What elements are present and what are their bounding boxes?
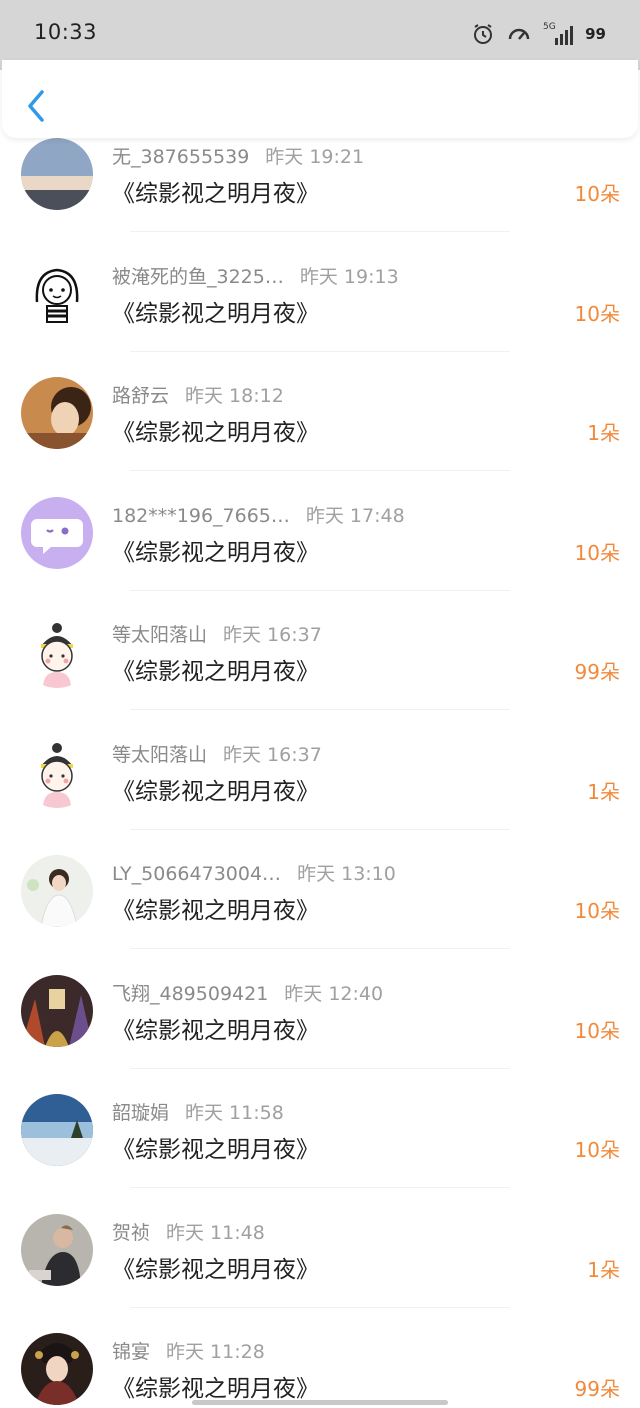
divider bbox=[130, 470, 510, 471]
gift-meta: 锦宴 昨天 11:28 bbox=[112, 1337, 265, 1364]
gift-meta: 飞翔_489509421 昨天 12:40 bbox=[112, 979, 383, 1006]
status-time: 10:33 bbox=[34, 20, 98, 44]
user-name[interactable]: 韶璇娟 bbox=[112, 1102, 169, 1124]
divider bbox=[130, 589, 510, 591]
gift-time: 昨天 16:37 bbox=[223, 624, 322, 646]
list-item[interactable]: LY_5066473004… 昨天 13:10 《综影视之明月夜》 10朵 bbox=[0, 847, 640, 967]
user-name[interactable]: 飞翔_489509421 bbox=[112, 983, 268, 1005]
gift-time: 昨天 17:48 bbox=[305, 504, 405, 527]
divider bbox=[130, 1067, 510, 1069]
gift-meta: 182***196_7665… 昨天 17:48 bbox=[112, 501, 405, 528]
avatar bbox=[21, 1213, 93, 1286]
gift-meta: 等太阳落山 昨天 16:37 bbox=[112, 620, 322, 647]
divider bbox=[130, 350, 510, 352]
chevron-left-icon bbox=[28, 90, 44, 122]
work-title[interactable]: 《综影视之明月夜》 bbox=[112, 1130, 319, 1164]
back-button[interactable] bbox=[24, 88, 50, 124]
divider bbox=[130, 1187, 510, 1188]
avatar bbox=[21, 855, 93, 927]
user-name[interactable]: LY_5066473004… bbox=[112, 863, 281, 885]
flower-count: 10朵 bbox=[574, 301, 620, 326]
user-name[interactable]: 等太阳落山 bbox=[112, 744, 207, 766]
gift-time: 昨天 11:58 bbox=[185, 1102, 284, 1124]
flower-count: 10朵 bbox=[574, 540, 620, 565]
list-item[interactable]: 韶璇娟 昨天 11:58 《综影视之明月夜》 10朵 bbox=[0, 1086, 640, 1206]
work-title[interactable]: 《综影视之明月夜》 bbox=[112, 174, 319, 208]
list-item[interactable]: 飞翔_489509421 昨天 12:40 《综影视之明月夜》 10朵 bbox=[0, 967, 640, 1087]
divider bbox=[130, 1306, 510, 1308]
svg-text:5G: 5G bbox=[543, 22, 556, 32]
avatar bbox=[21, 257, 93, 330]
gift-meta: 韶璇娟 昨天 11:58 bbox=[112, 1098, 284, 1125]
gift-time: 昨天 11:48 bbox=[166, 1221, 265, 1244]
flower-count: 10朵 bbox=[574, 182, 620, 206]
work-title[interactable]: 《综影视之明月夜》 bbox=[112, 891, 319, 925]
list-item[interactable]: 等太阳落山 昨天 16:37 《综影视之明月夜》 99朵 bbox=[0, 608, 640, 728]
gift-list: 无_387655539 昨天 19:21 《综影视之明月夜》 10朵 被淹死的鱼_… bbox=[0, 130, 640, 1408]
list-item[interactable]: 锦宴 昨天 11:28 《综影视之明月夜》 99朵 bbox=[0, 1325, 640, 1408]
work-title[interactable]: 《综影视之明月夜》 bbox=[112, 1250, 319, 1284]
divider bbox=[130, 231, 510, 232]
list-item[interactable]: 被淹死的鱼_3225… 昨天 19:13 《综影视之明月夜》 10朵 bbox=[0, 250, 640, 370]
gift-meta: LY_5066473004… 昨天 13:10 bbox=[112, 859, 396, 886]
user-name[interactable]: 无_387655539 bbox=[112, 146, 249, 168]
work-title[interactable]: 《综影视之明月夜》 bbox=[112, 1011, 319, 1045]
list-item[interactable]: 182***196_7665… 昨天 17:48 《综影视之明月夜》 10朵 bbox=[0, 489, 640, 609]
gift-time: 昨天 16:37 bbox=[223, 743, 322, 766]
divider bbox=[130, 828, 510, 830]
avatar bbox=[21, 138, 93, 210]
alarm-icon bbox=[471, 22, 495, 46]
gift-time: 昨天 12:40 bbox=[284, 982, 384, 1005]
work-title[interactable]: 《综影视之明月夜》 bbox=[112, 652, 319, 686]
gift-meta: 贺祯 昨天 11:48 bbox=[112, 1218, 265, 1245]
status-icons: 5G 99 bbox=[471, 16, 606, 52]
flower-count: 1朵 bbox=[587, 779, 620, 804]
flower-count: 10朵 bbox=[574, 1138, 620, 1162]
avatar bbox=[21, 496, 93, 569]
user-name[interactable]: 等太阳落山 bbox=[112, 624, 207, 646]
work-title[interactable]: 《综影视之明月夜》 bbox=[112, 533, 319, 567]
work-title[interactable]: 《综影视之明月夜》 bbox=[112, 413, 319, 447]
gift-time: 昨天 19:13 bbox=[299, 265, 399, 288]
avatar bbox=[21, 1333, 93, 1405]
user-name[interactable]: 路舒云 bbox=[112, 385, 169, 407]
gift-time: 昨天 19:21 bbox=[265, 146, 365, 168]
user-name[interactable]: 被淹死的鱼_3225… bbox=[112, 266, 284, 288]
work-title[interactable]: 《综影视之明月夜》 bbox=[112, 772, 319, 806]
gift-time: 昨天 11:28 bbox=[166, 1341, 265, 1363]
work-title[interactable]: 《综影视之明月夜》 bbox=[112, 1369, 319, 1403]
user-name[interactable]: 182***196_7665… bbox=[112, 505, 290, 527]
home-indicator[interactable] bbox=[192, 1400, 448, 1405]
signal-icon: 5G bbox=[543, 20, 574, 48]
flower-count: 1朵 bbox=[587, 1257, 620, 1282]
list-item[interactable]: 等太阳落山 昨天 16:37 《综影视之明月夜》 1朵 bbox=[0, 728, 640, 848]
user-name[interactable]: 贺祯 bbox=[112, 1222, 150, 1244]
list-item[interactable]: 贺祯 昨天 11:48 《综影视之明月夜》 1朵 bbox=[0, 1206, 640, 1326]
list-item[interactable]: 无_387655539 昨天 19:21 《综影视之明月夜》 10朵 bbox=[0, 130, 640, 250]
list-item[interactable]: 路舒云 昨天 18:12 《综影视之明月夜》 1朵 bbox=[0, 369, 640, 489]
flower-count: 10朵 bbox=[574, 899, 620, 923]
gift-time: 昨天 18:12 bbox=[185, 385, 284, 407]
flower-count: 1朵 bbox=[587, 421, 620, 445]
avatar bbox=[21, 974, 93, 1047]
gift-meta: 无_387655539 昨天 19:21 bbox=[112, 142, 364, 169]
avatar bbox=[21, 735, 93, 808]
gift-meta: 被淹死的鱼_3225… 昨天 19:13 bbox=[112, 262, 399, 289]
avatar bbox=[21, 1094, 93, 1166]
gift-meta: 等太阳落山 昨天 16:37 bbox=[112, 740, 322, 767]
work-title[interactable]: 《综影视之明月夜》 bbox=[112, 294, 319, 328]
avatar bbox=[21, 616, 93, 688]
divider bbox=[130, 709, 510, 710]
divider bbox=[130, 948, 510, 949]
avatar bbox=[21, 377, 93, 449]
flower-count: 99朵 bbox=[574, 1377, 620, 1401]
nav-header bbox=[2, 60, 638, 138]
gift-time: 昨天 13:10 bbox=[297, 863, 396, 885]
gift-meta: 路舒云 昨天 18:12 bbox=[112, 381, 284, 408]
user-name[interactable]: 锦宴 bbox=[112, 1341, 150, 1363]
battery-level: 99 bbox=[585, 25, 606, 43]
flower-count: 99朵 bbox=[574, 660, 620, 684]
speed-icon bbox=[507, 22, 531, 46]
flower-count: 10朵 bbox=[574, 1018, 620, 1043]
